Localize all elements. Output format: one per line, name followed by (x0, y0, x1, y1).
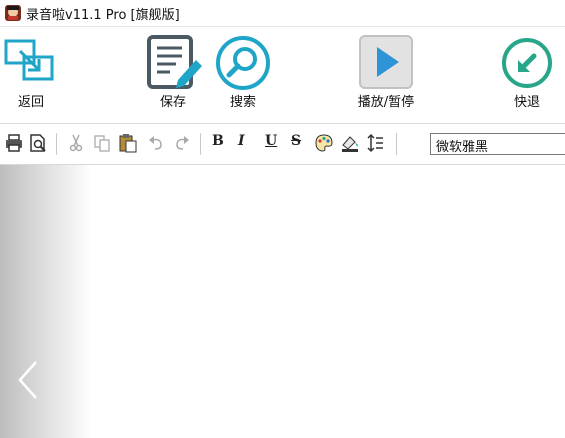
main-toolbar: 返回 保存 搜索 播放/暂停 快退 (0, 27, 565, 124)
line-spacing-icon[interactable] (366, 133, 386, 153)
side-panel (0, 165, 92, 438)
app-icon (5, 5, 21, 21)
save-label: 保存 (159, 95, 186, 110)
redo-icon[interactable] (172, 133, 192, 153)
title-bar: 录音啦v11.1 Pro [旗舰版] (0, 0, 565, 27)
italic-button[interactable]: I (238, 133, 245, 149)
print-preview-icon[interactable] (28, 133, 48, 153)
paste-icon[interactable] (118, 133, 138, 153)
search-icon (216, 36, 270, 90)
chevron-left-icon[interactable] (14, 360, 42, 400)
play-icon (359, 35, 413, 89)
save-icon (147, 35, 202, 89)
copy-icon[interactable] (92, 133, 112, 153)
back-button[interactable]: 返回 (0, 27, 62, 123)
save-button[interactable]: 保存 (142, 27, 204, 123)
bold-button[interactable]: B (212, 133, 224, 149)
play-pause-button[interactable]: 播放/暂停 (348, 27, 424, 123)
print-icon[interactable] (4, 133, 24, 153)
strikethrough-button[interactable]: S (291, 133, 301, 149)
rewind-button[interactable]: 快退 (496, 27, 558, 123)
back-icon (4, 39, 54, 81)
underline-button[interactable]: U (265, 133, 277, 149)
format-toolbar: B I U S 微软雅黑 (0, 124, 565, 165)
font-family-value: 微软雅黑 (436, 140, 489, 155)
back-label: 返回 (17, 95, 44, 110)
toolbar-separator (56, 133, 57, 155)
rewind-label: 快退 (513, 95, 540, 110)
play-pause-label: 播放/暂停 (357, 95, 415, 110)
toolbar-separator (200, 133, 201, 155)
undo-icon[interactable] (146, 133, 166, 153)
content-area (0, 165, 565, 438)
search-button[interactable]: 搜索 (212, 27, 274, 123)
highlight-icon[interactable] (340, 133, 360, 153)
color-palette-icon[interactable] (314, 133, 334, 153)
rewind-icon (502, 38, 552, 88)
cut-icon[interactable] (66, 133, 86, 153)
toolbar-separator (396, 133, 397, 155)
search-label: 搜索 (229, 95, 256, 110)
text-editor[interactable] (92, 165, 565, 438)
window-title: 录音啦v11.1 Pro [旗舰版] (26, 8, 180, 23)
font-family-select[interactable]: 微软雅黑 (430, 133, 565, 155)
